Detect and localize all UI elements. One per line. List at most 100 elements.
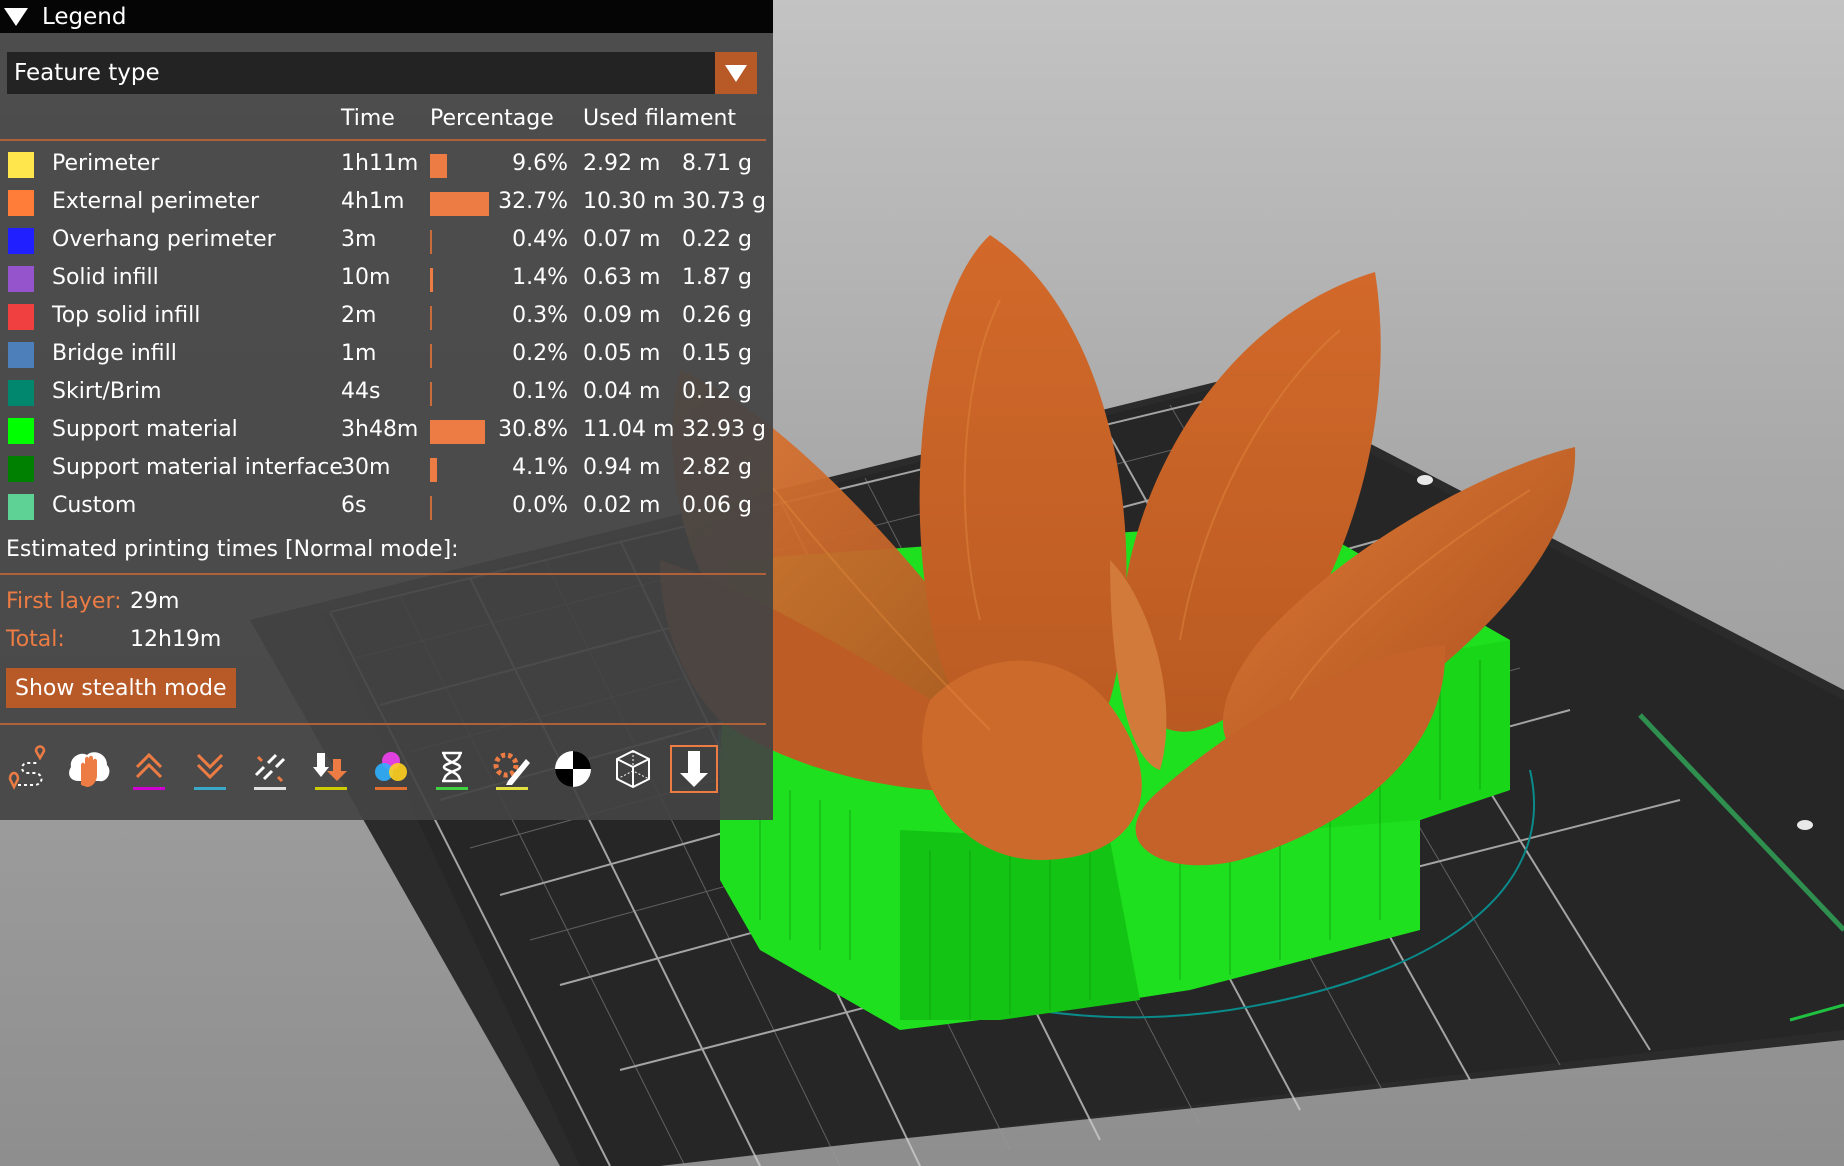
color-swatch — [8, 152, 34, 178]
feature-percentage: 0.2% — [512, 341, 568, 366]
feature-length: 0.04 m — [583, 379, 661, 404]
first-layer-value: 29m — [130, 589, 180, 614]
legend-row[interactable]: Support material interface 30m 4.1% 0.94 m 2… — [0, 450, 773, 488]
total-value: 12h19m — [130, 627, 222, 652]
tool-marker-icon[interactable] — [670, 745, 718, 793]
feature-percentage: 0.0% — [512, 493, 568, 518]
deretractions-icon[interactable] — [186, 745, 234, 793]
color-swatch — [8, 456, 34, 482]
feature-length: 0.09 m — [583, 303, 661, 328]
feature-percentage: 9.6% — [512, 151, 568, 176]
feature-length: 0.02 m — [583, 493, 661, 518]
feature-time: 30m — [341, 455, 391, 480]
feature-weight: 1.87 g — [682, 265, 752, 290]
seams-icon[interactable] — [246, 745, 294, 793]
feature-name: Support material — [52, 417, 238, 442]
total-label: Total: — [6, 627, 65, 652]
shells-icon[interactable] — [609, 745, 657, 793]
dropdown-arrow-icon[interactable] — [715, 52, 757, 94]
feature-time: 3h48m — [341, 417, 419, 442]
feature-weight: 32.93 g — [682, 417, 766, 442]
color-swatch — [8, 190, 34, 216]
color-swatch — [8, 494, 34, 520]
feature-length: 0.94 m — [583, 455, 661, 480]
feature-name: Top solid infill — [52, 303, 201, 328]
feature-weight: 0.06 g — [682, 493, 752, 518]
legend-row[interactable]: Bridge infill 1m 0.2% 0.05 m 0.15 g — [0, 336, 773, 374]
feature-length: 0.05 m — [583, 341, 661, 366]
color-swatch — [8, 266, 34, 292]
travel-icon[interactable] — [4, 745, 52, 793]
collapse-triangle-icon[interactable] — [4, 7, 28, 26]
center-of-gravity-icon[interactable] — [549, 745, 597, 793]
view-type-select[interactable]: Feature type — [7, 52, 757, 94]
feature-time: 44s — [341, 379, 381, 404]
tool-changes-icon[interactable] — [307, 745, 355, 793]
color-swatch — [8, 228, 34, 254]
feature-weight: 8.71 g — [682, 151, 752, 176]
feature-time: 6s — [341, 493, 367, 518]
show-stealth-mode-button[interactable]: Show stealth mode — [6, 668, 236, 708]
color-swatch — [8, 380, 34, 406]
feature-percentage: 1.4% — [512, 265, 568, 290]
feature-length: 2.92 m — [583, 151, 661, 176]
legend-row[interactable]: Top solid infill 2m 0.3% 0.09 m 0.26 g — [0, 298, 773, 336]
feature-time: 4h1m — [341, 189, 405, 214]
feature-name: Perimeter — [52, 151, 160, 176]
feature-weight: 2.82 g — [682, 455, 752, 480]
estimated-divider — [0, 573, 766, 575]
feature-length: 0.07 m — [583, 227, 661, 252]
feature-weight: 0.26 g — [682, 303, 752, 328]
feature-name: Overhang perimeter — [52, 227, 276, 252]
feature-length: 0.63 m — [583, 265, 661, 290]
legend-row[interactable]: Perimeter 1h11m 9.6% 2.92 m 8.71 g — [0, 146, 773, 184]
color-swatch — [8, 304, 34, 330]
color-swatch — [8, 342, 34, 368]
legend-row[interactable]: Support material 3h48m 30.8% 11.04 m 32.93 g — [0, 412, 773, 450]
wipe-icon[interactable] — [65, 745, 113, 793]
feature-percentage: 30.8% — [498, 417, 568, 442]
feature-name: Solid infill — [52, 265, 159, 290]
toolbar-divider — [0, 723, 766, 725]
feature-percentage: 4.1% — [512, 455, 568, 480]
column-header-percentage: Percentage — [430, 106, 554, 131]
legend-title: Legend — [42, 3, 127, 30]
legend-row[interactable]: Skirt/Brim 44s 0.1% 0.04 m 0.12 g — [0, 374, 773, 412]
feature-weight: 30.73 g — [682, 189, 766, 214]
retractions-icon[interactable] — [125, 745, 173, 793]
column-header-time: Time — [341, 106, 395, 131]
feature-time: 1m — [341, 341, 377, 366]
feature-name: External perimeter — [52, 189, 260, 214]
feature-time: 2m — [341, 303, 377, 328]
estimated-times-heading: Estimated printing times [Normal mode]: — [6, 537, 459, 562]
feature-percentage: 0.4% — [512, 227, 568, 252]
header-divider — [0, 139, 766, 141]
pause-prints-icon[interactable] — [428, 745, 476, 793]
legend-row[interactable]: Custom 6s 0.0% 0.02 m 0.06 g — [0, 488, 773, 526]
column-header-used-filament: Used filament — [583, 106, 737, 131]
feature-weight: 0.22 g — [682, 227, 752, 252]
view-type-value: Feature type — [14, 60, 160, 86]
feature-weight: 0.15 g — [682, 341, 752, 366]
feature-name: Support material interface — [52, 455, 343, 480]
feature-length: 10.30 m — [583, 189, 675, 214]
feature-time: 10m — [341, 265, 391, 290]
feature-percentage: 0.1% — [512, 379, 568, 404]
custom-gcodes-icon[interactable] — [488, 745, 536, 793]
legend-row[interactable]: Overhang perimeter 3m 0.4% 0.07 m 0.22 g — [0, 222, 773, 260]
feature-name: Custom — [52, 493, 137, 518]
feature-time: 1h11m — [341, 151, 419, 176]
first-layer-label: First layer: — [6, 589, 122, 614]
legend-panel: Legend Feature type Time Percentage Used… — [0, 0, 773, 820]
color-changes-icon[interactable] — [367, 745, 415, 793]
feature-weight: 0.12 g — [682, 379, 752, 404]
legend-row[interactable]: External perimeter 4h1m 32.7% 10.30 m 30.73 … — [0, 184, 773, 222]
feature-percentage: 32.7% — [498, 189, 568, 214]
feature-percentage: 0.3% — [512, 303, 568, 328]
feature-name: Skirt/Brim — [52, 379, 162, 404]
legend-header[interactable]: Legend — [0, 0, 773, 33]
color-swatch — [8, 418, 34, 444]
legend-row[interactable]: Solid infill 10m 1.4% 0.63 m 1.87 g — [0, 260, 773, 298]
feature-length: 11.04 m — [583, 417, 675, 442]
feature-name: Bridge infill — [52, 341, 177, 366]
